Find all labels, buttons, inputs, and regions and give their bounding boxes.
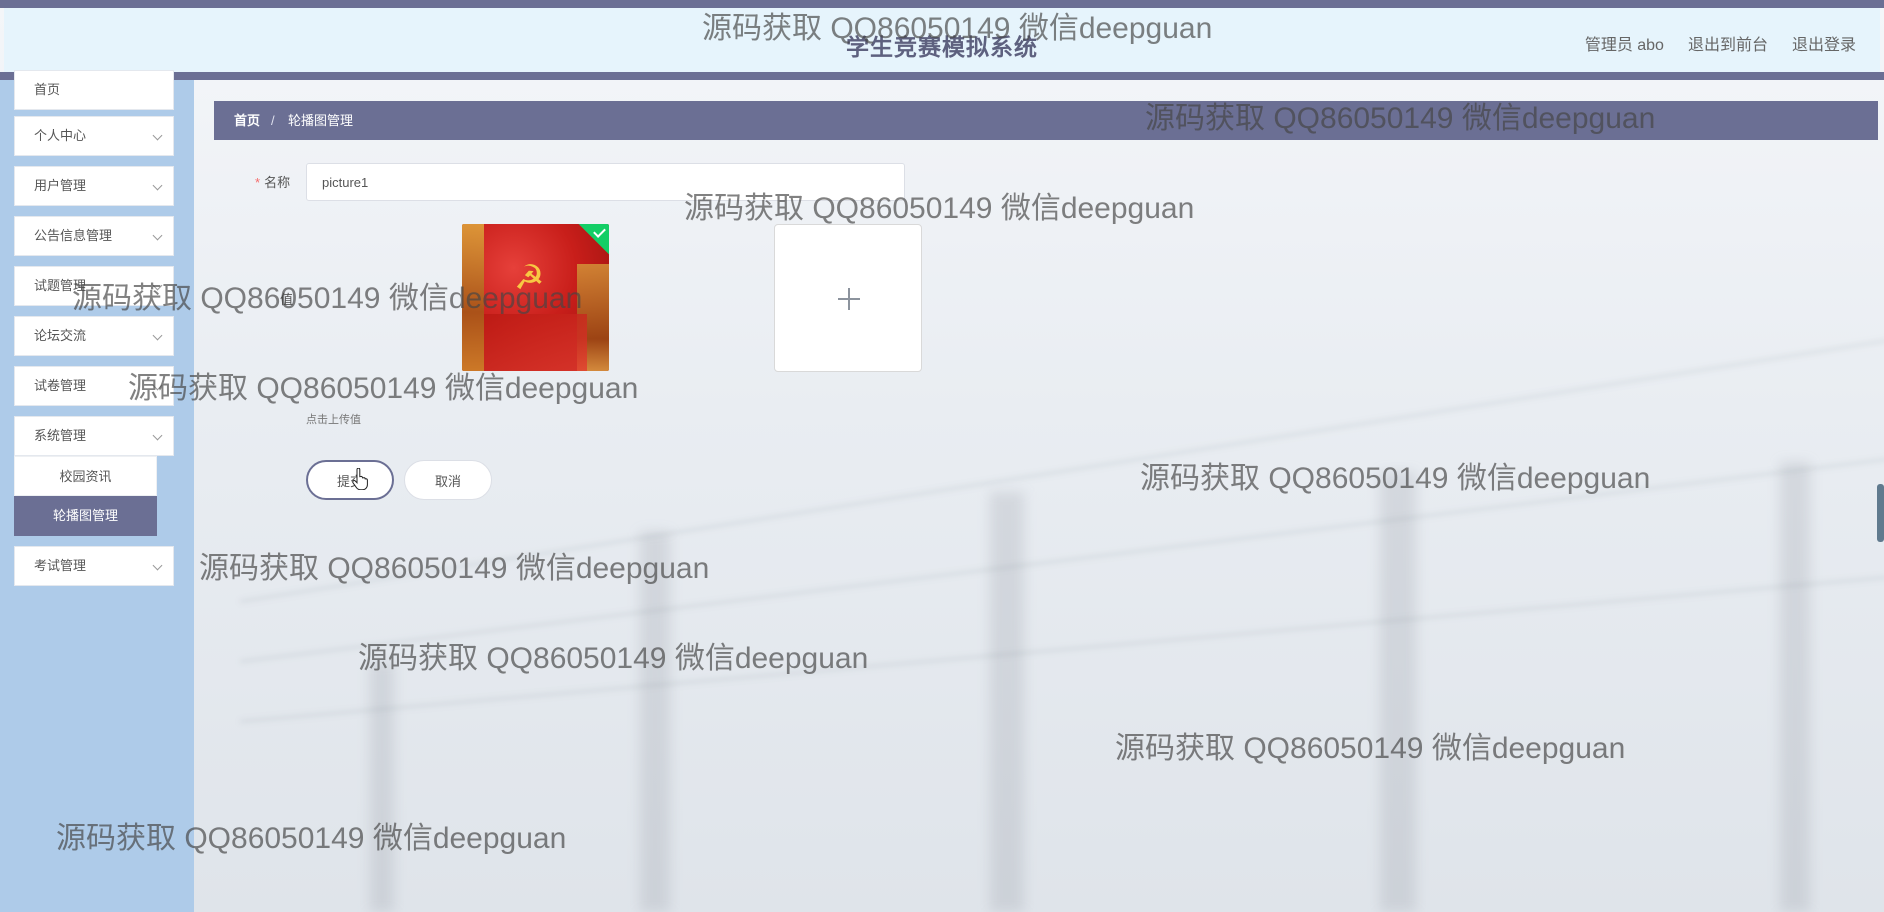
submit-button[interactable]: 提交 <box>306 460 394 500</box>
sidebar-item-label: 考试管理 <box>34 558 87 573</box>
required-asterisk: * <box>255 175 261 190</box>
sidebar-item-paper-management[interactable]: 试卷管理 <box>14 366 174 406</box>
chevron-down-icon <box>152 180 163 191</box>
sidebar-item-label: 用户管理 <box>34 178 87 193</box>
image-field-label: 值 <box>280 292 294 307</box>
sidebar-item-forum[interactable]: 论坛交流 <box>14 316 174 356</box>
emblem-icon: ☭ <box>514 259 545 297</box>
image-upload-button[interactable] <box>774 224 922 372</box>
sidebar: 首页 个人中心 用户管理 公告信息管理 试题管理 论坛交流 试卷管理 系统管理 … <box>0 70 194 912</box>
submenu-item-carousel-management[interactable]: 轮播图管理 <box>14 496 157 536</box>
logout-link[interactable]: 退出登录 <box>1792 31 1856 55</box>
chevron-down-icon <box>152 380 163 391</box>
sidebar-item-label: 论坛交流 <box>34 328 87 343</box>
breadcrumb-current: 轮播图管理 <box>288 113 354 128</box>
chevron-down-icon <box>152 560 163 571</box>
uploaded-image-thumbnail[interactable]: ☭ <box>462 224 609 371</box>
header-bottom-bar <box>0 72 1884 80</box>
name-field-label: * 名称 <box>255 175 291 190</box>
sidebar-item-label: 试题管理 <box>34 278 87 293</box>
chevron-down-icon <box>152 430 163 441</box>
name-input[interactable] <box>306 163 905 201</box>
breadcrumb-separator: / <box>271 113 275 128</box>
plus-icon <box>838 288 860 310</box>
top-nav: 管理员 abo 退出到前台 退出登录 <box>1585 31 1856 55</box>
hand-cursor-icon <box>352 468 368 490</box>
sidebar-item-label: 首页 <box>34 82 61 97</box>
sidebar-item-label: 系统管理 <box>34 428 87 443</box>
page-scrollbar[interactable] <box>1877 484 1884 542</box>
sidebar-item-personal-center[interactable]: 个人中心 <box>14 116 174 156</box>
breadcrumb: 首页 / 轮播图管理 <box>214 101 1878 140</box>
sidebar-item-exam-management[interactable]: 考试管理 <box>14 546 174 586</box>
submenu-item-campus-news[interactable]: 校园资讯 <box>14 456 157 496</box>
sidebar-item-label: 个人中心 <box>34 128 87 143</box>
sidebar-item-home[interactable]: 首页 <box>14 70 174 110</box>
upload-tip: 点击上传值 <box>306 414 361 426</box>
exit-to-frontend-link[interactable]: 退出到前台 <box>1688 31 1768 55</box>
sidebar-item-announcement-management[interactable]: 公告信息管理 <box>14 216 174 256</box>
sidebar-item-user-management[interactable]: 用户管理 <box>14 166 174 206</box>
sidebar-item-label: 试卷管理 <box>34 378 87 393</box>
cancel-button[interactable]: 取消 <box>404 460 492 500</box>
sidebar-item-question-management[interactable]: 试题管理 <box>14 266 174 306</box>
chevron-down-icon <box>152 230 163 241</box>
sidebar-item-label: 公告信息管理 <box>34 228 113 243</box>
breadcrumb-home[interactable]: 首页 <box>234 101 260 140</box>
header-top-bar <box>0 0 1884 8</box>
sidebar-item-system-management[interactable]: 系统管理 <box>14 416 174 456</box>
admin-user-link[interactable]: 管理员 abo <box>1585 31 1664 55</box>
chevron-down-icon <box>152 280 163 291</box>
chevron-down-icon <box>152 330 163 341</box>
chevron-down-icon <box>152 130 163 141</box>
